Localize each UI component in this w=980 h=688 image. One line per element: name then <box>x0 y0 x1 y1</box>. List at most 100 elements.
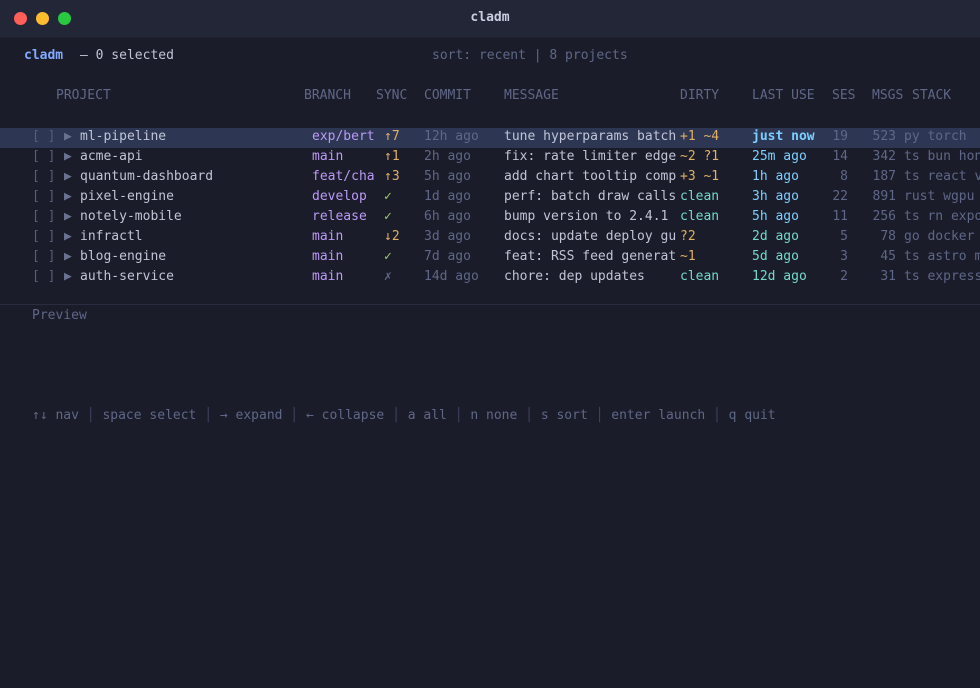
keybind-hint: n none <box>470 408 518 423</box>
expand-arrow-icon[interactable]: ▶ <box>64 129 72 145</box>
header-commit[interactable]: COMMIT <box>424 88 471 104</box>
header-sync[interactable]: SYNC <box>376 88 407 104</box>
checkbox[interactable]: [ ] <box>32 169 55 185</box>
tech-stack: ts astro mdx <box>904 249 980 264</box>
tech-stack: ts react vite <box>904 169 980 184</box>
tech-stack: rust wgpu <box>904 189 975 204</box>
message-count: 78 <box>880 229 896 244</box>
keybind-separator: │ <box>196 408 220 423</box>
commit-age: 5h ago <box>424 169 471 184</box>
message-count: 256 <box>872 209 896 224</box>
keybind-hint: enter launch <box>611 408 706 423</box>
expand-arrow-icon[interactable]: ▶ <box>64 149 72 165</box>
expand-arrow-icon[interactable]: ▶ <box>64 269 72 285</box>
last-use: just now <box>752 129 815 144</box>
project-name: notely-mobile <box>80 209 182 224</box>
session-count: 3 <box>840 249 848 264</box>
sync-status: ✓ <box>384 209 392 224</box>
last-use: 2d ago <box>752 229 799 244</box>
project-row-infractl[interactable]: [ ] ▶ infractl main ↓2 3d ago docs: update dep… <box>0 228 980 248</box>
header-message[interactable]: MESSAGE <box>504 88 559 104</box>
keybind-separator: │ <box>446 408 471 423</box>
header-msgs[interactable]: MSGS <box>872 88 903 104</box>
dirty-status: clean <box>680 189 720 204</box>
project-row-auth-service[interactable]: [ ] ▶ auth-service main ✗ 14d ago chore: dep u… <box>0 268 980 288</box>
branch: main <box>312 149 344 164</box>
header-branch[interactable]: BRANCH <box>304 88 351 104</box>
checkbox[interactable]: [ ] <box>32 149 55 165</box>
project-row-ml-pipeline[interactable]: [ ] ▶ ml-pipeline exp/bert ↑7 12h ago tune hyp… <box>0 128 980 148</box>
header-project[interactable]: PROJECT <box>56 88 111 104</box>
commit-age: 7d ago <box>424 249 471 264</box>
keybind-separator: │ <box>282 408 306 423</box>
message-count: 187 <box>872 169 896 184</box>
last-use: 3h ago <box>752 189 799 204</box>
keybind-hint: ← collapse <box>305 408 385 423</box>
tech-stack: ts express <box>904 269 980 284</box>
keybind-hint: q quit <box>728 408 776 423</box>
project-row-notely-mobile[interactable]: [ ] ▶ notely-mobile release ✓ 6h ago bump vers… <box>0 208 980 228</box>
branch: main <box>312 269 344 284</box>
keybind-hint: s sort <box>540 408 588 423</box>
branch: exp/bert <box>312 129 375 144</box>
checkbox[interactable]: [ ] <box>32 189 55 205</box>
checkbox[interactable]: [ ] <box>32 209 55 225</box>
header-stack[interactable]: STACK <box>912 88 951 104</box>
expand-arrow-icon[interactable]: ▶ <box>64 229 72 245</box>
project-row-pixel-engine[interactable]: [ ] ▶ pixel-engine develop ✓ 1d ago perf: batc… <box>0 188 980 208</box>
dirty-status: ?2 <box>680 229 696 244</box>
commit-message: chore: dep updates <box>504 269 645 284</box>
project-row-blog-engine[interactable]: [ ] ▶ blog-engine main ✓ 7d ago feat: RSS feed… <box>0 248 980 268</box>
title-bar: cladm <box>0 0 980 38</box>
tech-stack: go docker <box>904 229 975 244</box>
session-count: 14 <box>832 149 848 164</box>
dirty-status: clean <box>680 209 720 224</box>
project-row-quantum-dashboard[interactable]: [ ] ▶ quantum-dashboard feat/cha ↑3 5h ago add… <box>0 168 980 188</box>
expand-arrow-icon[interactable]: ▶ <box>64 249 72 265</box>
expand-arrow-icon[interactable]: ▶ <box>64 209 72 225</box>
keybind-hint: a all <box>407 408 447 423</box>
checkbox[interactable]: [ ] <box>32 129 55 145</box>
checkbox[interactable]: [ ] <box>32 269 55 285</box>
sync-status: ✓ <box>384 249 392 264</box>
project-name: auth-service <box>80 269 174 284</box>
keybind-hint: → expand <box>219 408 283 423</box>
tech-stack: ts bun hono <box>904 149 980 164</box>
keybind-help-bar: ↑↓ nav │ space select │ → expand │ ← col… <box>32 408 776 424</box>
session-count: 19 <box>832 129 848 144</box>
project-row-acme-api[interactable]: [ ] ▶ acme-api main ↑1 2h ago fix: rate limite… <box>0 148 980 168</box>
last-use: 25m ago <box>752 149 807 164</box>
session-count: 2 <box>840 269 848 284</box>
commit-message: tune hyperparams batch <box>504 129 677 144</box>
sort-info: sort: recent | 8 projects <box>432 48 628 63</box>
expand-arrow-icon[interactable]: ▶ <box>64 189 72 205</box>
keybind-separator: │ <box>384 408 408 423</box>
checkbox[interactable]: [ ] <box>32 249 55 265</box>
keybind-separator: │ <box>587 408 612 423</box>
project-name: pixel-engine <box>80 189 174 204</box>
keybind-hint: space select <box>102 408 197 423</box>
commit-message: perf: batch draw calls <box>504 189 677 204</box>
branch: main <box>312 229 344 244</box>
header-dirty[interactable]: DIRTY <box>680 88 719 104</box>
commit-message: add chart tooltip comp <box>504 169 677 184</box>
dirty-status: ~1 <box>680 249 696 264</box>
last-use: 1h ago <box>752 169 799 184</box>
checkbox[interactable]: [ ] <box>32 229 55 245</box>
branch: develop <box>312 189 367 204</box>
expand-arrow-icon[interactable]: ▶ <box>64 169 72 185</box>
header-ses[interactable]: SES <box>832 88 855 104</box>
dirty-status: +3 ~1 <box>680 169 720 184</box>
dirty-status: clean <box>680 269 720 284</box>
project-name: ml-pipeline <box>80 129 167 144</box>
project-name: blog-engine <box>80 249 167 264</box>
sync-status: ✗ <box>384 269 392 284</box>
commit-age: 1d ago <box>424 189 471 204</box>
commit-age: 6h ago <box>424 209 471 224</box>
keybind-hint: ↑↓ nav <box>32 408 79 423</box>
commit-age: 3d ago <box>424 229 471 244</box>
sync-status: ↑1 <box>384 149 400 164</box>
session-count: 11 <box>832 209 848 224</box>
message-count: 523 <box>872 129 896 144</box>
header-last-use[interactable]: LAST USE <box>752 88 815 104</box>
